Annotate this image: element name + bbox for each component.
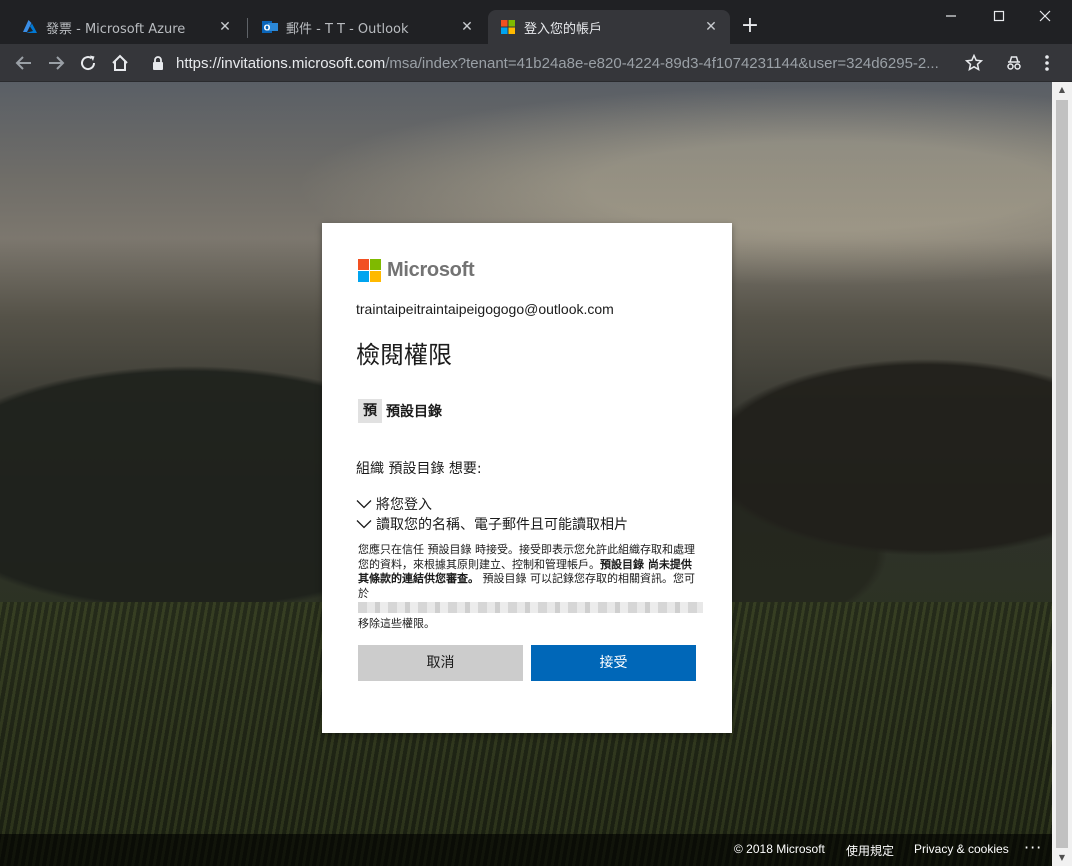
tab-outlook[interactable]: O 郵件 - T T - Outlook ✕ xyxy=(240,10,486,44)
new-tab-button[interactable]: + xyxy=(740,15,760,37)
maximize-icon[interactable] xyxy=(976,6,1022,30)
tab-signin[interactable]: 登入您的帳戶 ✕ xyxy=(488,10,730,44)
svg-text:O: O xyxy=(264,24,271,33)
menu-kebab-icon[interactable] xyxy=(1036,52,1058,74)
page-title: 檢閱權限 xyxy=(356,341,452,369)
cancel-button[interactable]: 取消 xyxy=(358,645,523,681)
microsoft-logo-icon xyxy=(358,259,381,282)
browser-window: 發票 - Microsoft Azure ✕ O 郵件 - T T - Outl… xyxy=(0,0,1072,866)
permission-item-profile[interactable]: 讀取您的名稱、電子郵件且可能讀取相片 xyxy=(356,514,628,534)
back-icon[interactable] xyxy=(13,52,35,74)
footer-terms-link[interactable]: 使用規定 xyxy=(846,842,894,859)
scroll-up-icon[interactable]: ▲ xyxy=(1052,82,1072,98)
reload-icon[interactable] xyxy=(77,52,99,74)
home-icon[interactable] xyxy=(109,52,131,74)
tab-strip: 發票 - Microsoft Azure ✕ O 郵件 - T T - Outl… xyxy=(0,0,1072,44)
url-path: /msa/index?tenant=41b24a8e-e820-4224-89d… xyxy=(385,54,939,72)
chevron-down-icon[interactable] xyxy=(356,517,374,531)
org-request-label: 組織 預設目錄 想要: xyxy=(356,461,482,477)
close-tab-icon[interactable]: ✕ xyxy=(216,18,234,36)
scrollbar-thumb[interactable] xyxy=(1056,100,1068,848)
accept-button[interactable]: 接受 xyxy=(531,645,696,681)
redacted-link xyxy=(358,602,703,613)
permission-label: 將您登入 xyxy=(376,497,432,513)
app-name: 預設目錄 xyxy=(386,404,442,420)
tab-title: 登入您的帳戶 xyxy=(524,21,603,37)
permissions-dialog: Microsoft traintaipeitraintaipeigogogo@o… xyxy=(322,223,732,733)
tab-title: 郵件 - T T - Outlook xyxy=(286,21,409,37)
url-host: https://invitations.microsoft.com xyxy=(176,54,386,72)
permission-item-signin[interactable]: 將您登入 xyxy=(356,494,432,514)
app-identity: 預 預設目錄 xyxy=(358,399,442,423)
footer-privacy-link[interactable]: Privacy & cookies xyxy=(914,842,1009,856)
address-bar[interactable]: https://invitations.microsoft.com/msa/in… xyxy=(140,49,992,77)
azure-icon xyxy=(22,19,38,35)
browser-toolbar: https://invitations.microsoft.com/msa/in… xyxy=(0,44,1072,82)
footer-copyright: © 2018 Microsoft xyxy=(734,842,825,856)
footer-more-button[interactable]: ··· xyxy=(1024,838,1042,857)
microsoft-logo: Microsoft xyxy=(358,259,475,282)
brand-name: Microsoft xyxy=(387,259,475,281)
chevron-down-icon[interactable] xyxy=(356,497,374,511)
close-tab-icon[interactable]: ✕ xyxy=(458,18,476,36)
remove-permissions-text: 移除這些權限。 xyxy=(358,617,435,630)
page-footer: © 2018 Microsoft 使用規定 Privacy & cookies … xyxy=(0,834,1052,866)
account-email: traintaipeitraintaipeigogogo@outlook.com xyxy=(356,301,614,317)
window-close-icon[interactable] xyxy=(1022,6,1068,30)
app-avatar: 預 xyxy=(358,399,382,423)
close-tab-icon[interactable]: ✕ xyxy=(702,18,720,36)
incognito-extension-icon[interactable] xyxy=(1003,52,1025,74)
url-text: https://invitations.microsoft.com/msa/in… xyxy=(176,55,956,72)
microsoft-icon xyxy=(500,19,516,35)
outlook-icon: O xyxy=(262,19,278,35)
consent-notice: 您應只在信任 預設目錄 時接受。接受即表示您允許此組織存取和處理您的資料，來根據… xyxy=(358,543,702,601)
forward-icon[interactable] xyxy=(45,52,67,74)
bookmark-star-icon[interactable] xyxy=(963,52,985,74)
minimize-icon[interactable] xyxy=(928,6,974,30)
permission-label: 讀取您的名稱、電子郵件且可能讀取相片 xyxy=(376,517,628,533)
lock-icon[interactable] xyxy=(152,55,166,71)
tab-azure[interactable]: 發票 - Microsoft Azure ✕ xyxy=(0,10,244,44)
tab-title: 發票 - Microsoft Azure xyxy=(46,21,186,37)
page-scrollbar[interactable]: ▲ ▼ xyxy=(1052,82,1072,866)
scroll-down-icon[interactable]: ▼ xyxy=(1052,850,1072,866)
